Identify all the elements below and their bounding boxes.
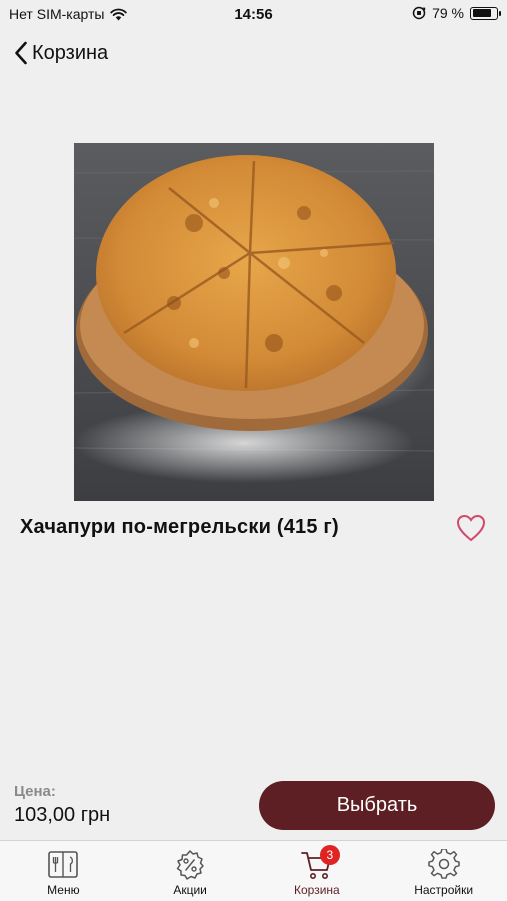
favorite-button[interactable] xyxy=(456,514,486,542)
tab-label: Корзина xyxy=(294,883,340,897)
tab-label: Акции xyxy=(173,883,207,897)
cart-count-badge: 3 xyxy=(319,845,340,865)
status-bar: Нет SIM-карты 14:56 79 % xyxy=(0,0,507,28)
percent-gear-icon xyxy=(173,849,207,881)
tab-menu[interactable]: Меню xyxy=(0,841,127,901)
tab-settings[interactable]: Настройки xyxy=(380,841,507,901)
price-label: Цена: xyxy=(14,783,56,800)
back-button[interactable]: Корзина xyxy=(14,38,108,68)
tab-label: Настройки xyxy=(414,883,474,897)
back-label: Корзина xyxy=(32,41,109,64)
orientation-lock-icon xyxy=(412,6,426,20)
tab-bar: Меню Акции 3 Корзина Настройки xyxy=(0,840,507,901)
cart-icon: 3 xyxy=(300,845,340,881)
battery-icon xyxy=(470,6,501,20)
select-button[interactable]: Выбрать xyxy=(259,781,495,830)
chevron-left-icon xyxy=(15,41,27,65)
tab-label: Меню xyxy=(47,883,80,897)
product-photo xyxy=(74,143,434,501)
product-title: Хачапури по-мегрельски (415 г) xyxy=(20,516,339,538)
battery-percent: 79 % xyxy=(432,5,464,21)
tab-cart[interactable]: 3 Корзина xyxy=(254,841,381,901)
gear-icon xyxy=(427,848,461,881)
price-value: 103,00 грн xyxy=(14,804,111,826)
menu-book-icon xyxy=(46,849,80,881)
heart-icon xyxy=(456,514,486,542)
tab-promotions[interactable]: Акции xyxy=(127,841,254,901)
